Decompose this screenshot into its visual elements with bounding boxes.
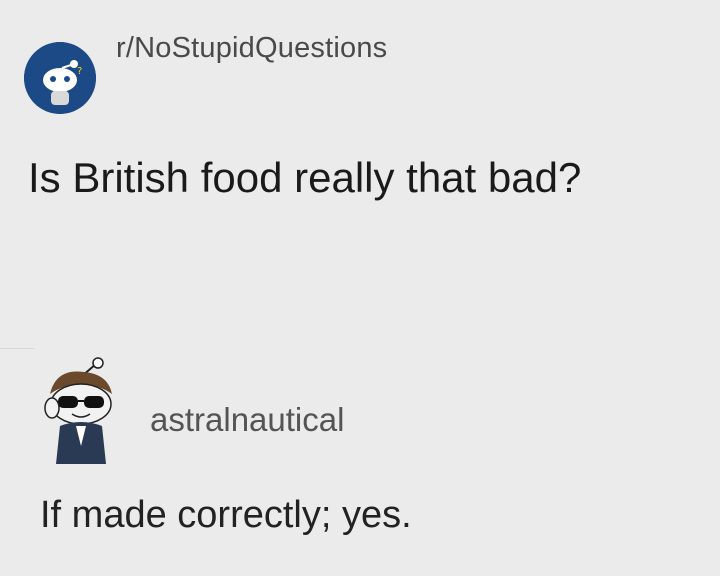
post-header: ? r/NoStupidQuestions [24, 30, 387, 114]
snoo-icon: ? [24, 42, 96, 114]
comment-header: astralnautical [32, 356, 344, 468]
subreddit-avatar-icon[interactable]: ? [24, 42, 96, 114]
comment-username[interactable]: astralnautical [150, 400, 344, 440]
comment-text: If made correctly; yes. [40, 494, 412, 536]
divider [0, 348, 34, 349]
user-avatar[interactable] [32, 356, 130, 468]
svg-text:?: ? [77, 66, 82, 77]
subreddit-name[interactable]: r/NoStupidQuestions [116, 30, 387, 66]
snoo-sunglasses-avatar-icon [44, 357, 112, 464]
post-title[interactable]: Is British food really that bad? [28, 152, 581, 204]
